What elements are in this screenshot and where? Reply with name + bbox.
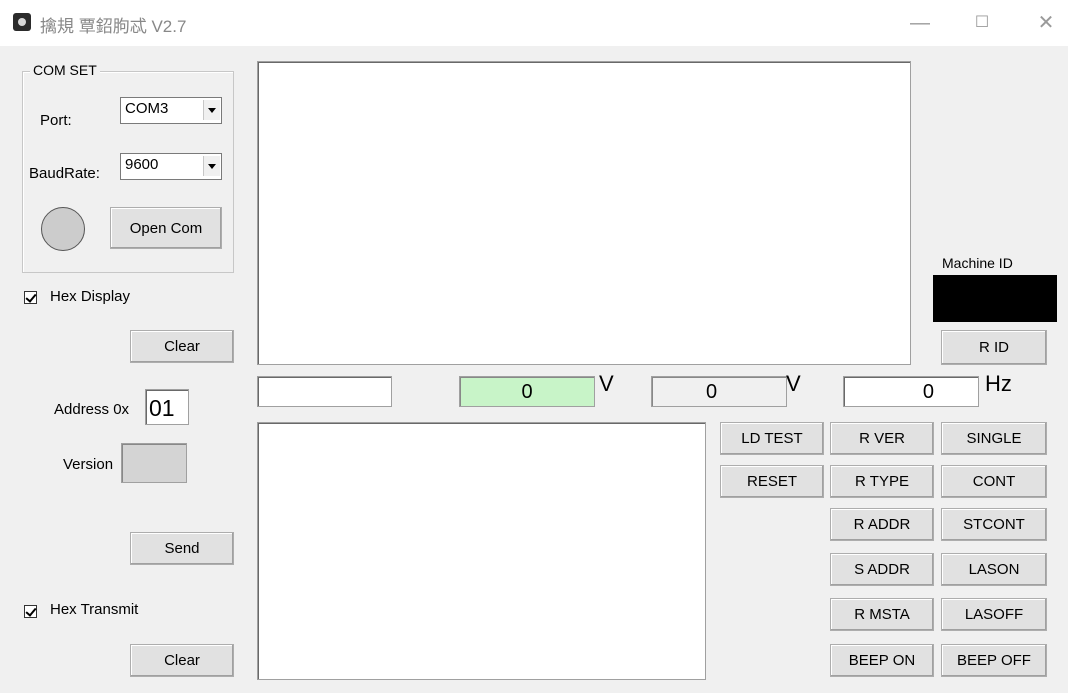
r-type-button[interactable]: R TYPE — [830, 465, 934, 498]
hex-display-checkbox[interactable] — [24, 291, 37, 304]
baudrate-label: BaudRate: — [29, 165, 100, 182]
lasoff-button[interactable]: LASOFF — [941, 598, 1047, 631]
voltage1-unit: V — [599, 371, 614, 396]
receive-textarea[interactable] — [257, 61, 911, 365]
voltage1-readout: 0 — [459, 376, 595, 407]
com-set-title: COM SET — [30, 62, 100, 78]
baudrate-value: 9600 — [125, 156, 159, 173]
window-title: 擒規 覃鉊朐忒 V2.7 — [40, 17, 187, 36]
beep-off-button[interactable]: BEEP OFF — [941, 644, 1047, 677]
close-button[interactable]: ✕ — [1026, 8, 1066, 38]
r-ver-button[interactable]: R VER — [830, 422, 934, 455]
send-button[interactable]: Send — [130, 532, 234, 565]
beep-on-button[interactable]: BEEP ON — [830, 644, 934, 677]
r-addr-button[interactable]: R ADDR — [830, 508, 934, 541]
frequency-unit: Hz — [985, 371, 1012, 396]
version-display — [121, 443, 187, 483]
address-input[interactable]: 01 — [145, 389, 189, 425]
reset-button[interactable]: RESET — [720, 465, 824, 498]
address-label: Address 0x — [54, 401, 130, 418]
open-com-button[interactable]: Open Com — [110, 207, 222, 249]
voltage2-unit: V — [786, 371, 801, 396]
connection-status-indicator — [41, 207, 85, 251]
clear-receive-button[interactable]: Clear — [130, 330, 234, 363]
machine-id-display — [933, 275, 1057, 322]
port-select[interactable]: COM3 — [120, 97, 222, 124]
frequency-readout: 0 — [843, 376, 979, 407]
stcont-button[interactable]: STCONT — [941, 508, 1047, 541]
transmit-textarea[interactable] — [257, 422, 706, 680]
minimize-button[interactable]: — — [900, 8, 940, 38]
baudrate-select[interactable]: 9600 — [120, 153, 222, 180]
read-id-button[interactable]: R ID — [941, 330, 1047, 365]
clear-transmit-button[interactable]: Clear — [130, 644, 234, 677]
hex-transmit-label: Hex Transmit — [50, 601, 139, 618]
ld-test-button[interactable]: LD TEST — [720, 422, 824, 455]
r-msta-button[interactable]: R MSTA — [830, 598, 934, 631]
chevron-down-icon[interactable] — [203, 100, 220, 120]
machine-id-label: Machine ID — [942, 255, 1013, 271]
title-bar: 擒規 覃鉊朐忒 V2.7 — ☐ ✕ — [0, 0, 1068, 46]
status-field[interactable] — [257, 376, 392, 407]
single-button[interactable]: SINGLE — [941, 422, 1047, 455]
port-label: Port: — [40, 112, 72, 129]
version-label: Version — [63, 456, 114, 473]
cont-button[interactable]: CONT — [941, 465, 1047, 498]
hex-display-label: Hex Display — [50, 288, 131, 305]
chevron-down-icon[interactable] — [203, 156, 220, 176]
maximize-button[interactable]: ☐ — [962, 8, 1002, 38]
lason-button[interactable]: LASON — [941, 553, 1047, 586]
voltage2-readout: 0 — [651, 376, 787, 407]
s-addr-button[interactable]: S ADDR — [830, 553, 934, 586]
app-icon — [13, 13, 31, 31]
hex-transmit-checkbox[interactable] — [24, 605, 37, 618]
port-value: COM3 — [125, 100, 169, 117]
